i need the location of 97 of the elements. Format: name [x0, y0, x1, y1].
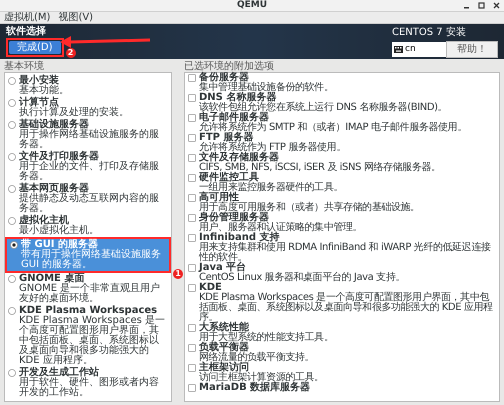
option-name: MariaDB 数据库服务器 [199, 383, 310, 393]
option-description: 用户、服务器和认证策略的集中管理。 [199, 223, 362, 233]
option-name: KDE Plasma Workspaces [19, 306, 158, 316]
option-name: FTP 服务器 [199, 133, 254, 143]
option-description: 用于操作网络基础设施服务的服务器。 [19, 130, 160, 150]
option-description: 用于大型系统的性能支持工具。 [199, 333, 334, 343]
option-name: 虚拟化主机 [19, 216, 69, 226]
radio-button[interactable] [8, 275, 16, 283]
checkbox[interactable] [188, 344, 196, 352]
option-name: 基本网页服务器 [19, 184, 89, 194]
checkbox[interactable] [188, 134, 196, 142]
environment-option[interactable]: 基本网页服务器 提供静态及动态互联网内容的服务器。 [5, 183, 171, 215]
option-description: 执行计算及处理的安装。 [19, 108, 129, 118]
option-description: GNOME 是一个非常直观且用户友好的桌面环境。 [19, 284, 162, 304]
checkbox[interactable] [188, 94, 196, 102]
environment-option[interactable]: GNOME 桌面 GNOME 是一个非常直观且用户友好的桌面环境。 [5, 273, 171, 305]
checkbox[interactable] [188, 114, 196, 122]
keyboard-field[interactable]: cn [392, 42, 446, 57]
checkbox[interactable] [188, 214, 196, 222]
checkbox[interactable] [188, 154, 196, 162]
environment-option[interactable]: 计算节点 执行计算及处理的安装。 [5, 97, 171, 119]
product-title: CENTOS 7 安装 [392, 28, 466, 38]
option-name: 大系统性能 [199, 323, 249, 333]
radio-button[interactable] [8, 99, 16, 107]
option-description: 用于软件、硬件、图形或者内容开发的工作站。 [19, 378, 160, 398]
option-description: 带有用于操作网络基础设施服务 GUI 的服务器。 [21, 250, 162, 270]
option-name: 带 GUI 的服务器 [21, 240, 98, 250]
radio-button[interactable] [8, 153, 16, 161]
option-name: 最小安装 [19, 76, 60, 86]
option-name: KDE [199, 283, 222, 293]
option-name: 电子邮件服务器 [199, 113, 270, 123]
option-description: KDE Plasma Workspaces 是一个高度可配置图形用户界面，其中包括面板、桌面、系统图标以及桌面向导和很多功能强大的 KDE 应用程序。 [199, 293, 494, 323]
option-name: 开发及生成工作站 [19, 368, 100, 378]
radio-button[interactable] [8, 185, 16, 193]
checkbox[interactable] [188, 74, 196, 82]
step-badge: 2 [66, 48, 76, 58]
option-description: 访问主框架计算资源的工具。 [199, 373, 324, 383]
option-description: KDE Plasma Workspaces 是一个高度可配置图形用户界面，其中包括面板、桌面、系统图标以及桌面向导和很多功能强大的 KDE 应用程序。 [19, 316, 166, 366]
menu-item[interactable]: 视图(V) [58, 12, 94, 22]
option-name: DNS 名称服务器 [199, 93, 276, 103]
radio-button[interactable] [8, 217, 16, 225]
radio-button[interactable] [10, 241, 18, 249]
section-heading: 已选环境的附加选项 [184, 61, 275, 72]
option-description: CIFS, SMB, NFS, iSCSI, iSER 及 iSNS 网络存储服务器。 [199, 163, 441, 173]
option-name: 文件及存储服务器 [199, 153, 279, 163]
environment-option[interactable]: 最小安装 基本功能。 [5, 75, 171, 97]
radio-button[interactable] [8, 369, 16, 377]
option-description: 最小虚拟化主机。 [19, 226, 99, 236]
step-badge: 1 [173, 269, 183, 279]
option-name: 主框架访问 [199, 363, 249, 373]
checkbox[interactable] [188, 174, 196, 182]
option-name: 身份管理服务器 [199, 213, 269, 223]
keyboard-icon [394, 46, 403, 53]
option-name: 高可用性 [199, 193, 239, 203]
checkbox[interactable] [188, 384, 196, 392]
option-description: 提供静态及动态互联网内容的服务器。 [19, 194, 160, 214]
environment-option[interactable]: 虚拟化主机 最小虚拟化主机。 [5, 215, 171, 237]
option-description: 基本功能。 [19, 86, 69, 96]
radio-button[interactable] [8, 77, 16, 85]
help-button[interactable]: 帮助！ [446, 41, 498, 58]
option-name: 计算节点 [19, 98, 59, 108]
option-name: 负载平衡器 [199, 343, 249, 353]
checkbox[interactable] [188, 364, 196, 372]
option-name: GNOME 桌面 [19, 274, 84, 284]
environment-option[interactable]: 基础设施服务器 用于操作网络基础设施服务的服务器。 [5, 119, 171, 151]
keyboard-layout: cn [405, 45, 416, 54]
maximize-icon[interactable] [478, 2, 485, 9]
option-description: 用来支持集群和使用 RDMA InfiniBand 和 iWARP 光纤的低延迟连接性的软件。 [199, 243, 492, 263]
window-title: QEMU [236, 1, 268, 10]
option-name: 硬件监控工具 [199, 173, 259, 183]
checkbox[interactable] [188, 284, 196, 292]
option-description: 集中管理基础设施备份的软件。 [199, 83, 334, 93]
radio-button[interactable] [8, 121, 16, 129]
menu-item[interactable]: 虚拟机(M) [4, 12, 50, 22]
option-name: Infiniband 支持 [199, 233, 280, 243]
radio-button[interactable] [8, 307, 16, 315]
option-description: 允许将系统作为 FTP 服务器使用。 [199, 143, 346, 153]
option-description: CentOS Linux 服务器和桌面平台的 Java 支持。 [199, 273, 405, 283]
option-name: 基础设施服务器 [19, 120, 89, 130]
done-button[interactable]: 完成(D) [9, 41, 61, 54]
option-name: 文件及打印服务器 [19, 152, 99, 162]
checkbox[interactable] [188, 234, 196, 242]
option-description: 用于高度可用服务和（或者）共享存储的基础设施。 [199, 203, 420, 213]
environment-option[interactable]: 文件及打印服务器 用于企业的文件、打印及存储服务器。 [5, 151, 171, 183]
environment-option[interactable]: KDE Plasma Workspaces KDE Plasma Workspaces 是一个高度可配置图形用户界面，其中包括面板、桌面、系统图标以及桌面向导和很多功能强大的 KDE 应用程序。 [5, 305, 171, 367]
section-heading: 基本环境 [4, 61, 45, 72]
option-description: 该软件包组允许您在系统上运行 DNS 名称服务器(BIND)。 [199, 103, 448, 113]
page-title: 软件选择 [6, 26, 47, 37]
environment-option[interactable]: 开发及生成工作站 用于软件、硬件、图形或者内容开发的工作站。 [5, 367, 171, 399]
option-description: 允许将系统作为 SMTP 和（或者）IMAP 电子邮件服务器使用。 [199, 123, 467, 133]
option-description: 用于企业的文件、打印及存储服务器。 [19, 162, 160, 182]
checkbox[interactable] [188, 264, 196, 272]
checkbox[interactable] [188, 324, 196, 332]
close-icon[interactable] [493, 2, 500, 9]
option-name: Java 平台 [199, 263, 246, 273]
checkbox[interactable] [188, 194, 196, 202]
option-name: 备份服务器 [199, 73, 249, 83]
